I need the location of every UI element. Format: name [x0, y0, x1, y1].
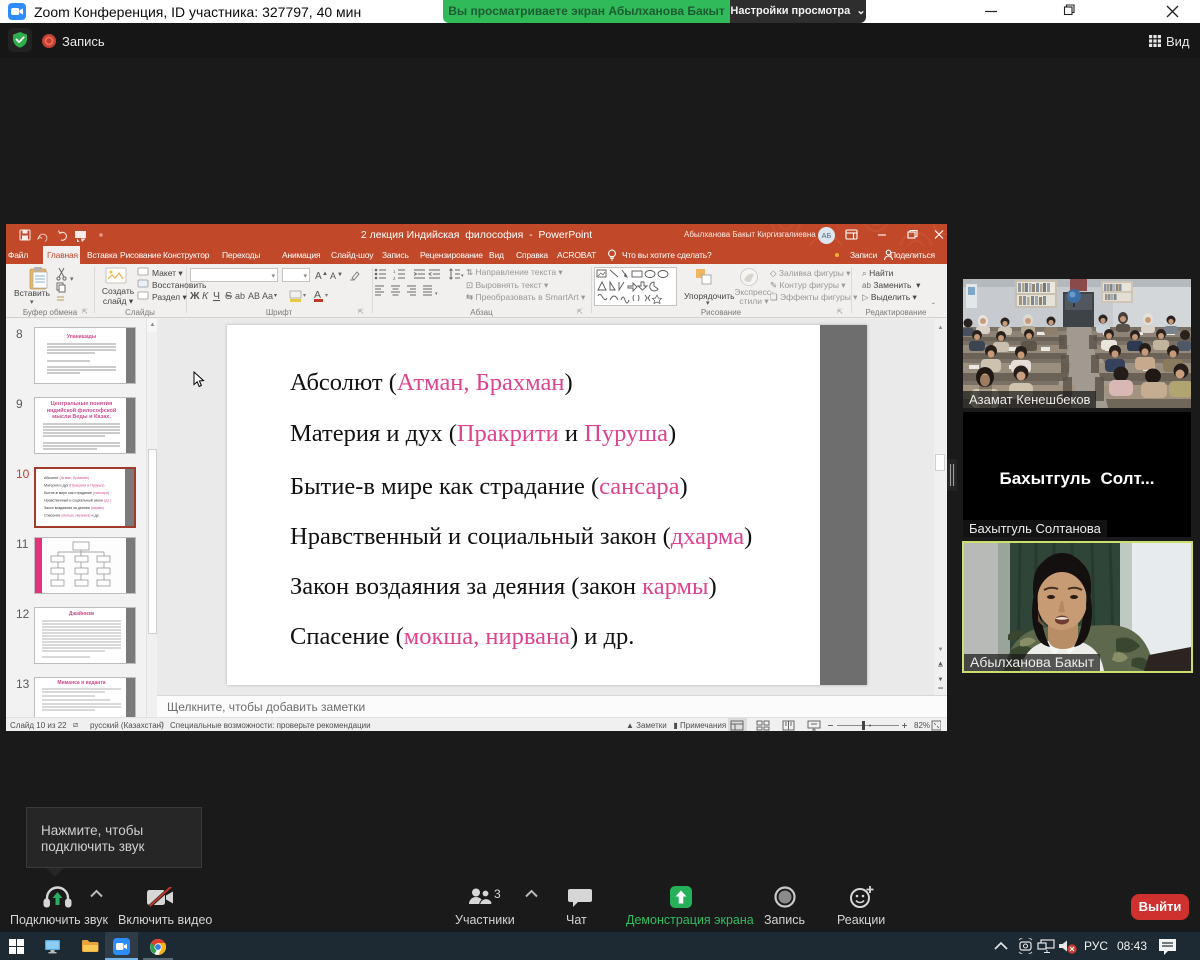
svg-text:▾: ▾ — [435, 291, 438, 297]
svg-text:A: A — [315, 271, 322, 282]
svg-text:ab: ab — [235, 291, 245, 301]
svg-text:S: S — [225, 290, 232, 302]
svg-text:К: К — [202, 290, 209, 302]
svg-text:Ч: Ч — [213, 290, 220, 302]
svg-text:A: A — [330, 271, 336, 281]
svg-text:▾: ▾ — [274, 293, 277, 299]
svg-text:3: 3 — [494, 887, 501, 901]
svg-text:Aa: Aa — [262, 291, 273, 301]
svg-text:2: 2 — [393, 276, 396, 281]
svg-text:Спасение (мокша, нирвана) и др: Спасение (мокша, нирвана) и др. — [44, 514, 100, 518]
svg-text:Бытие-в мире как страдание (са: Бытие-в мире как страдание (сансара) — [44, 491, 109, 495]
svg-text:1: 1 — [393, 269, 396, 274]
svg-text:▾: ▾ — [303, 293, 306, 299]
svg-text:▼: ▼ — [337, 272, 343, 278]
svg-text:▾: ▾ — [70, 276, 74, 283]
svg-text:Абсолют (Атман, Брахман): Абсолют (Атман, Брахман) — [44, 476, 89, 480]
svg-text:Материя и дух (Пракрити и Пуру: Материя и дух (Пракрити и Пуруша) — [44, 484, 104, 488]
svg-text:Ж: Ж — [190, 290, 200, 302]
svg-text:▾: ▾ — [325, 293, 328, 299]
svg-text:▲: ▲ — [322, 271, 328, 277]
svg-text:Вид: Вид — [1166, 34, 1190, 49]
svg-text:Нравственный и социальный зако: Нравственный и социальный закон (дх.) — [44, 499, 111, 503]
svg-text:Закон воздаяния за деяния (кар: Закон воздаяния за деяния (кармы) — [44, 506, 104, 510]
svg-text:▾: ▾ — [461, 273, 464, 279]
svg-text:AB: AB — [248, 291, 260, 301]
